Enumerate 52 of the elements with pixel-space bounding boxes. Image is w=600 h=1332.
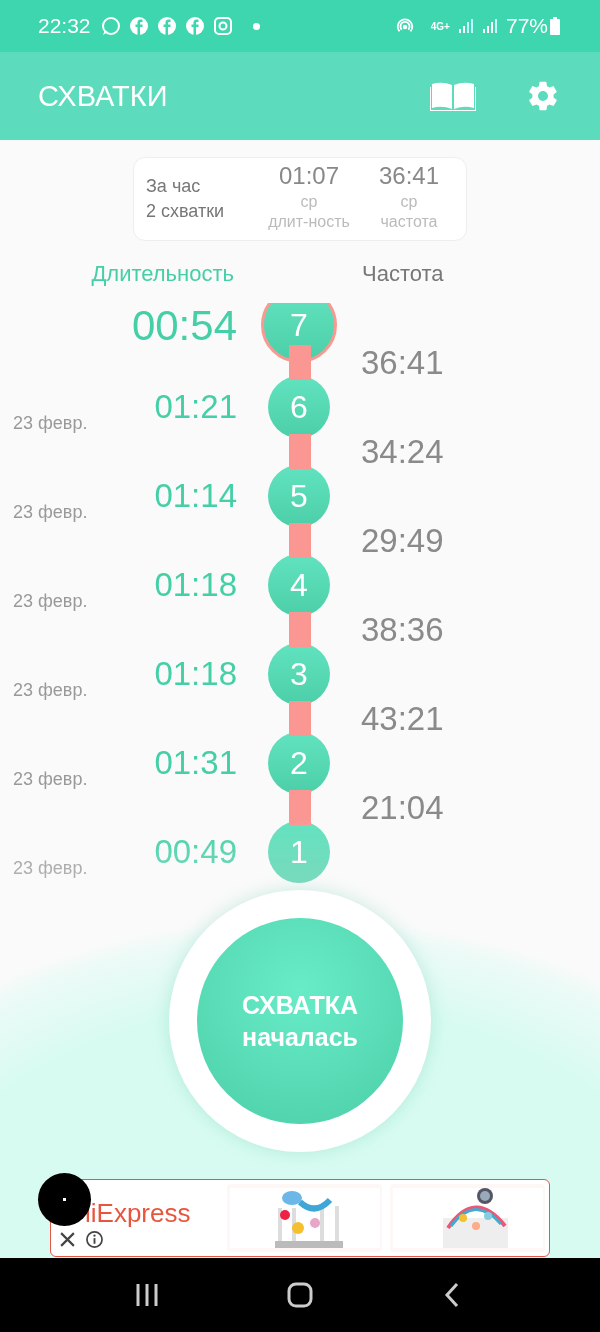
frequency-value: 21:04 (361, 790, 444, 826)
stat-value: 01:07 (278, 162, 340, 190)
duration-value: 01:14 (153, 477, 237, 515)
stat-label: ср длит-ность (268, 192, 350, 232)
stat-label: ср частота (380, 192, 438, 232)
network-type: 4G+ (430, 20, 450, 32)
contraction-number: 6 (268, 376, 330, 438)
close-icon[interactable] (59, 1231, 76, 1248)
entry-date: 23 февр. (13, 502, 88, 522)
contraction-number: 7 (261, 303, 337, 363)
contraction-number: 1 (268, 821, 330, 883)
summary-period: За час (146, 176, 202, 197)
ad-brand: liExpress (85, 1198, 192, 1229)
entry-date: 23 февр. (13, 858, 88, 878)
dot-icon (252, 22, 260, 30)
frequency-value: 36:41 (361, 345, 444, 381)
contraction-number: 5 (268, 465, 330, 527)
duration-value: 01:18 (153, 655, 237, 693)
entry-date: 23 февр. (13, 769, 88, 789)
entry-date: 23 февр. (13, 591, 88, 611)
signal-icon (457, 18, 474, 34)
duration-value: 00:54 (130, 303, 237, 350)
social-icon (128, 16, 149, 36)
camera-icon (212, 16, 233, 36)
battery-level: 77% (505, 14, 548, 38)
contraction-number: 2 (268, 732, 330, 794)
contraction-number: 3 (268, 643, 330, 705)
social-icon (156, 16, 177, 36)
column-heading: Длительность (90, 261, 234, 287)
stat-value: 36:41 (378, 162, 440, 190)
frequency-value: 38:36 (361, 612, 444, 648)
frequency-value: 43:21 (361, 701, 444, 737)
duration-value: 01:21 (153, 388, 237, 426)
signal-icon (481, 18, 498, 34)
info-icon[interactable] (86, 1231, 103, 1248)
entry-date: 23 февр. (13, 413, 88, 433)
frequency-value: 29:49 (361, 523, 444, 559)
duration-value: 00:49 (153, 833, 237, 871)
ad-banner[interactable]: liExpress (50, 1179, 550, 1257)
app-title: СХВАТКИ (38, 79, 169, 113)
column-heading: Частота (362, 261, 444, 287)
chat-icon (100, 16, 121, 36)
duration-value: 01:31 (153, 744, 237, 782)
entry-date: 23 февр. (13, 680, 88, 700)
battery-icon (550, 17, 560, 35)
contraction-number: 4 (268, 554, 330, 616)
duration-value: 01:18 (153, 566, 237, 604)
summary-count: 2 схватки (146, 201, 226, 222)
home-icon[interactable] (287, 1282, 313, 1308)
clock: 22:32 (38, 14, 91, 38)
frequency-value: 34:24 (361, 434, 444, 470)
social-icon (184, 16, 205, 36)
